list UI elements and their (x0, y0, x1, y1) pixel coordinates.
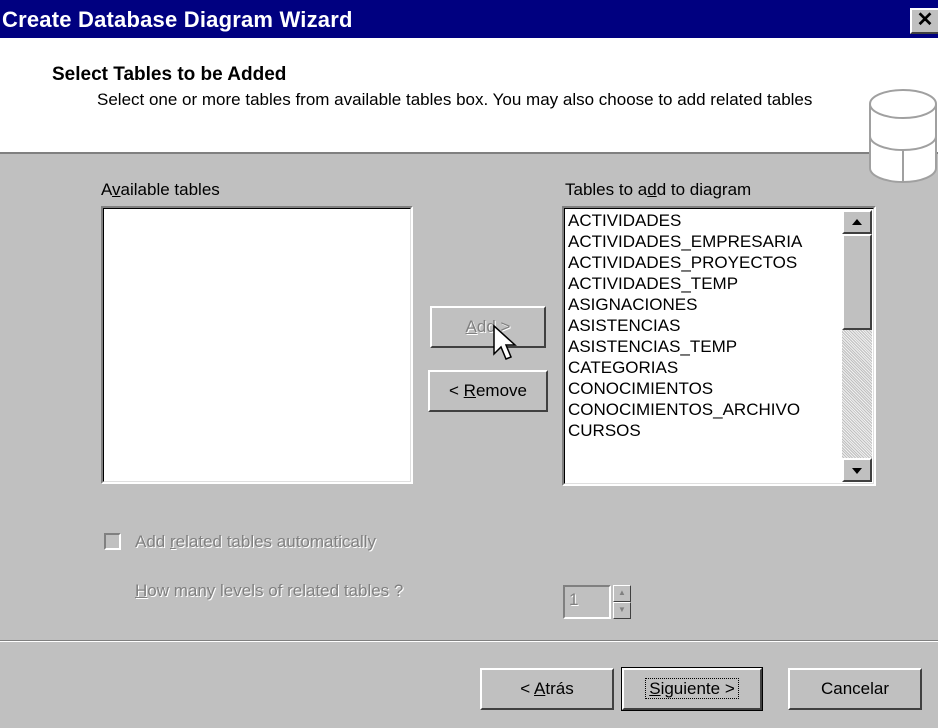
back-button[interactable]: < Atrás (480, 668, 614, 710)
tables-to-add-label: Tables to add to diagram (565, 180, 752, 199)
table-list-item[interactable]: ASIGNACIONES (568, 294, 836, 315)
remove-button[interactable]: < Remove (428, 370, 548, 412)
add-button[interactable]: Add > (430, 306, 546, 348)
close-button[interactable]: ✕ (910, 8, 938, 34)
table-list-item[interactable]: ASISTENCIAS_TEMP (568, 336, 836, 357)
table-list-item[interactable]: CURSOS (568, 420, 836, 441)
window-title: Create Database Diagram Wizard (2, 7, 353, 32)
mouse-cursor-icon (493, 324, 517, 360)
tables-to-add-items: ACTIVIDADES ACTIVIDADES_EMPRESARIA ACTIVID… (568, 210, 836, 441)
available-tables-label: Available tables (101, 180, 220, 199)
table-list-item[interactable]: ACTIVIDADES_PROYECTOS (568, 252, 836, 273)
table-list-item[interactable]: ACTIVIDADES_TEMP (568, 273, 836, 294)
step-description: Select one or more tables from available… (97, 90, 813, 109)
related-tables-label: Add related tables automatically (135, 532, 376, 551)
scrollbar-thumb[interactable] (842, 234, 872, 330)
table-list-item[interactable]: CONOCIMIENTOS_ARCHIVO (568, 399, 836, 420)
wizard-header: Select Tables to be Added Select one or … (0, 38, 938, 183)
related-tables-checkbox[interactable] (104, 533, 121, 550)
arrow-down-icon: ▼ (618, 605, 626, 614)
step-title: Select Tables to be Added (52, 64, 287, 85)
next-button[interactable]: Siguiente > (621, 667, 763, 711)
levels-label: How many levels of related tables ? (135, 581, 404, 600)
close-icon: ✕ (916, 9, 934, 31)
arrow-down-icon (852, 468, 862, 474)
levels-input[interactable]: 1 (563, 585, 611, 619)
table-list-item[interactable]: CATEGORIAS (568, 357, 836, 378)
arrow-up-icon: ▲ (618, 588, 626, 597)
table-list-item[interactable]: ACTIVIDADES (568, 210, 836, 231)
database-cylinder-icon (869, 89, 937, 183)
cancel-button[interactable]: Cancelar (788, 668, 922, 710)
vertical-scrollbar[interactable] (842, 210, 872, 482)
arrow-up-icon (852, 219, 862, 225)
table-list-item[interactable]: CONOCIMIENTOS (568, 378, 836, 399)
title-bar: Create Database Diagram Wizard ✕ (0, 0, 938, 38)
levels-decrement-button[interactable]: ▼ (613, 602, 631, 619)
levels-increment-button[interactable]: ▲ (613, 585, 631, 602)
table-list-item[interactable]: ASISTENCIAS (568, 315, 836, 336)
available-tables-list[interactable] (101, 206, 413, 484)
table-list-item[interactable]: ACTIVIDADES_EMPRESARIA (568, 231, 836, 252)
tables-to-add-list[interactable]: ACTIVIDADES ACTIVIDADES_EMPRESARIA ACTIVID… (562, 206, 876, 486)
scroll-down-button[interactable] (842, 458, 872, 482)
scroll-up-button[interactable] (842, 210, 872, 234)
focus-indicator: Siguiente > (645, 678, 739, 699)
bottom-divider (0, 640, 938, 642)
